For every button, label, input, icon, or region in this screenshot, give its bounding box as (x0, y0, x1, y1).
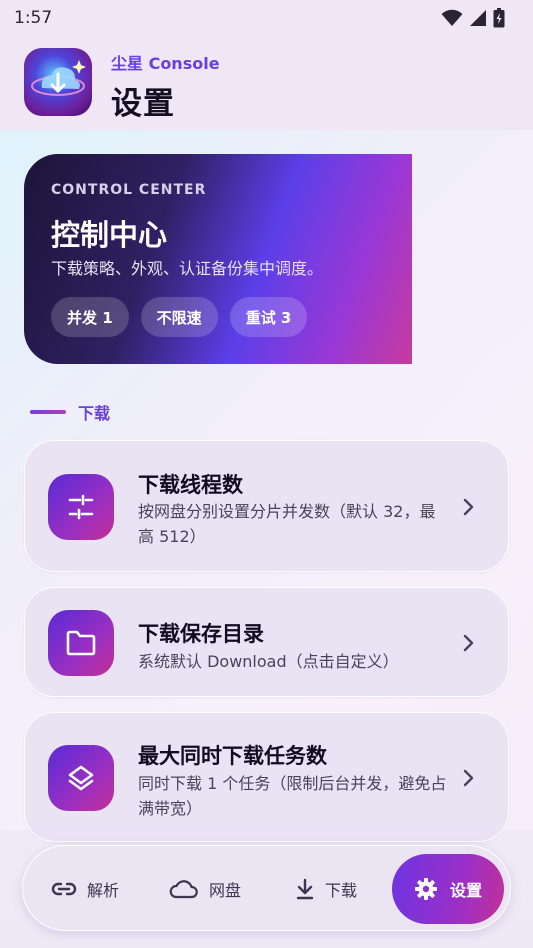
control-center-banner: CONTROL CENTER 控制中心 下载策略、外观、认证备份集中调度。 并发… (24, 154, 412, 364)
download-icon (296, 878, 314, 900)
nav-item-settings[interactable]: 设置 (392, 854, 504, 924)
cellular-signal-icon (470, 10, 486, 26)
app-logo-icon (24, 48, 92, 116)
chip-retry[interactable]: 重试 3 (229, 297, 308, 337)
section-title: 下载 (78, 404, 111, 423)
banner-kicker: CONTROL CENTER (51, 182, 207, 198)
status-bar: 1:57 (0, 0, 533, 36)
chevron-right-icon (463, 769, 474, 787)
tune-sliders-icon (48, 474, 114, 540)
setting-title: 最大同时下载任务数 (138, 744, 327, 768)
battery-charging-icon (493, 8, 505, 28)
nav-item-parse[interactable]: 解析 (51, 846, 119, 932)
setting-description: 同时下载 1 个任务（限制后台并发，避免占满带宽） (138, 774, 447, 818)
banner-description: 下载策略、外观、认证备份集中调度。 (51, 259, 324, 278)
status-time: 1:57 (14, 8, 53, 28)
nav-label: 设置 (449, 881, 482, 900)
setting-max-concurrent-tasks[interactable]: 最大同时下载任务数 同时下载 1 个任务（限制后台并发，避免占满带宽） (24, 712, 509, 842)
chip-concurrency[interactable]: 并发 1 (51, 297, 129, 337)
setting-title: 下载线程数 (138, 473, 243, 497)
chevron-right-icon (463, 498, 474, 516)
bottom-navigation: 解析 网盘 下载 设置 (22, 845, 511, 931)
status-icons (441, 8, 505, 28)
chevron-right-icon (463, 634, 474, 652)
banner-chips: 并发 1 不限速 重试 3 (51, 297, 308, 337)
nav-label: 下载 (325, 881, 358, 900)
setting-description: 按网盘分别设置分片并发数（默认 32，最高 512） (138, 502, 436, 546)
setting-title: 下载保存目录 (138, 622, 264, 646)
setting-download-threads[interactable]: 下载线程数 按网盘分别设置分片并发数（默认 32，最高 512） (24, 440, 509, 572)
nav-item-cloud-drive[interactable]: 网盘 (169, 846, 241, 932)
app-header: 尘星 Console 设置 (0, 36, 533, 130)
wifi-icon (441, 9, 463, 26)
section-header-download: 下载 (30, 400, 110, 424)
chip-speed-limit[interactable]: 不限速 (140, 297, 218, 337)
setting-save-directory[interactable]: 下载保存目录 系统默认 Download（点击自定义） (24, 587, 509, 697)
app-subtitle: 尘星 Console (111, 54, 220, 73)
banner-title: 控制中心 (51, 218, 168, 252)
section-accent-bar (30, 410, 66, 414)
layers-icon (48, 745, 114, 811)
link-icon (51, 882, 77, 896)
page-title: 设置 (111, 86, 175, 122)
nav-label: 解析 (87, 881, 120, 900)
cloud-icon (169, 880, 198, 899)
setting-description: 系统默认 Download（点击自定义） (138, 652, 399, 671)
folder-icon (48, 610, 114, 676)
nav-label: 网盘 (209, 881, 242, 900)
nav-item-downloads[interactable]: 下载 (295, 846, 357, 932)
gear-icon (414, 878, 437, 900)
